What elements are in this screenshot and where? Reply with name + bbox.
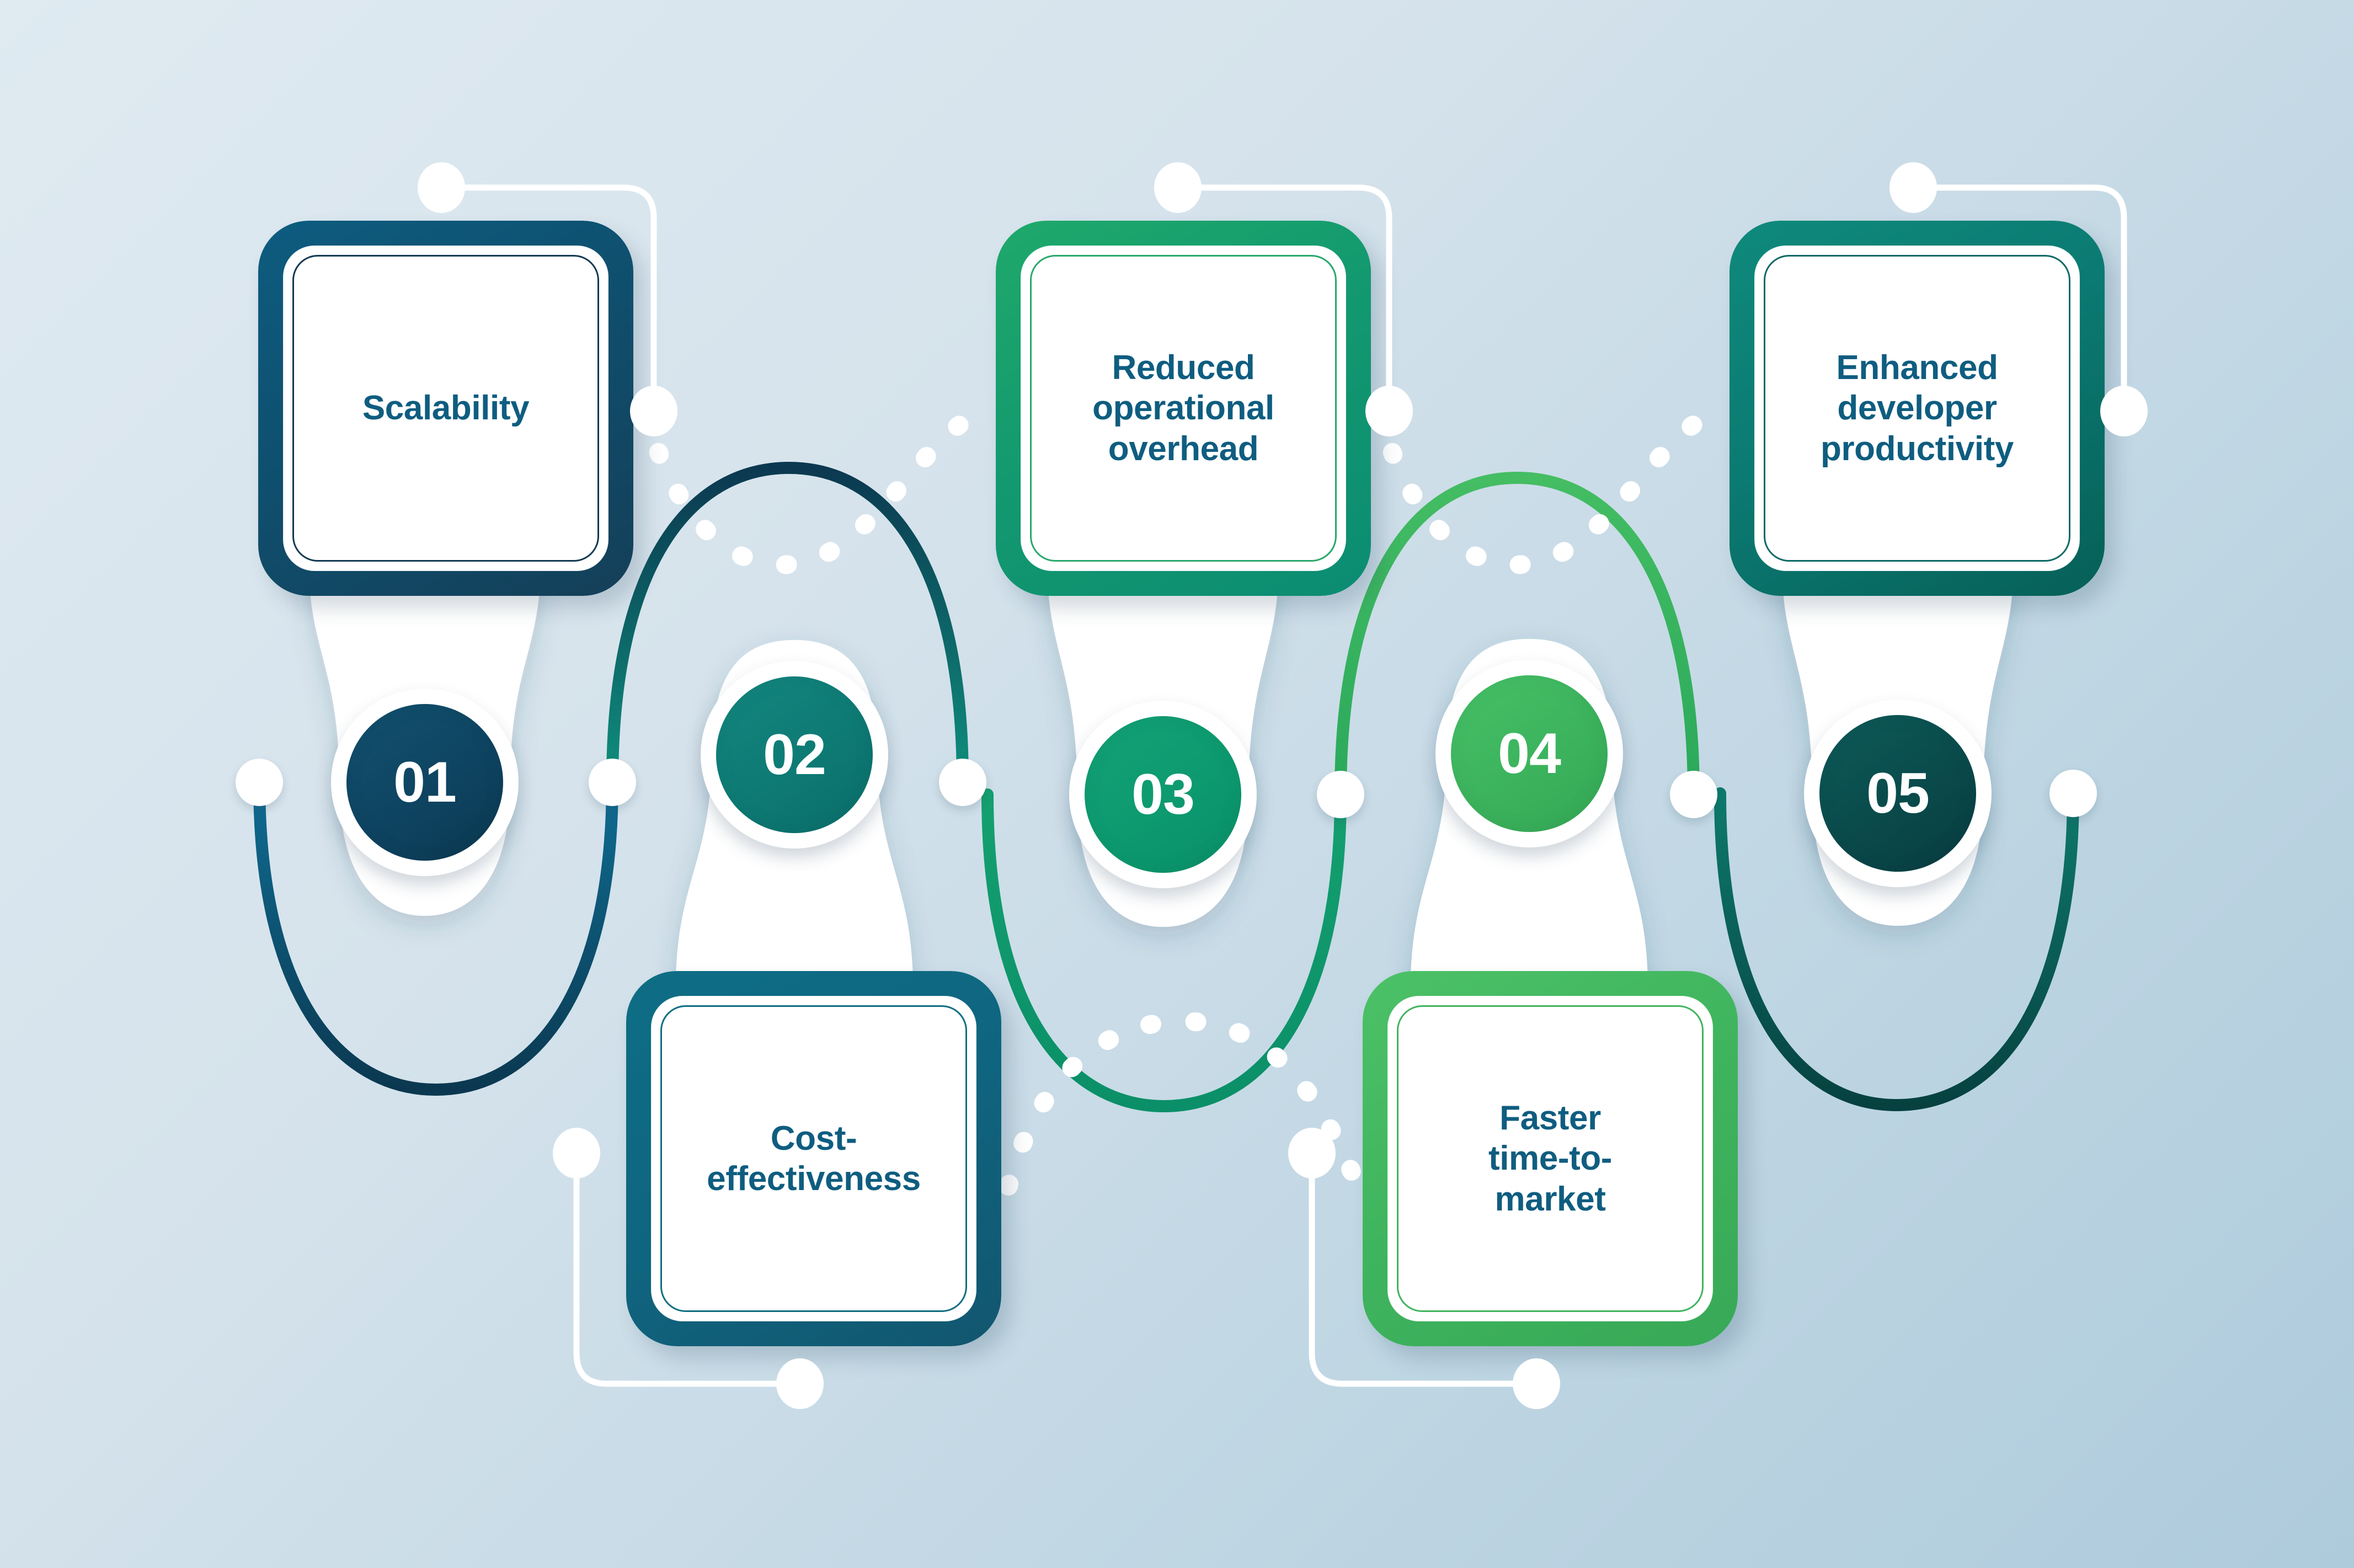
step-number-1: 01 [346,704,503,861]
step-number-5: 05 [1819,715,1976,872]
bracket-dot-1-end [630,386,677,436]
bracket-card-4 [1309,1150,1540,1387]
bracket-dot-3-end [1365,386,1413,436]
bracket-card-2 [573,1150,803,1387]
bracket-card-1 [438,184,657,414]
timeline-dot-1 [589,759,636,806]
timeline-dot-5 [2049,770,2097,817]
bracket-dot-4-end [1513,1358,1560,1409]
bracket-dot-2-end [776,1358,824,1409]
bracket-dot-1-start [418,162,465,213]
bracket-dot-4-start [1288,1128,1336,1178]
step-number-3: 03 [1085,716,1241,873]
bracket-card-5 [1910,184,2127,390]
timeline-dot-0 [236,759,283,806]
bracket-dot-5-start [1889,162,1937,213]
bracket-dot-2-start [553,1128,600,1178]
bracket-card-3 [1175,184,1392,390]
infographic-stage: Scalability Cost- effectiveness Reduced … [0,0,2354,1568]
bracket-dot-5-end [2100,386,2148,436]
step-number-2: 02 [716,676,873,833]
timeline-dot-3 [1317,771,1364,818]
timeline-dot-4 [1670,771,1717,818]
timeline-dot-2 [939,759,986,806]
bracket-dot-3-start [1154,162,1202,213]
step-number-4: 04 [1451,675,1608,832]
